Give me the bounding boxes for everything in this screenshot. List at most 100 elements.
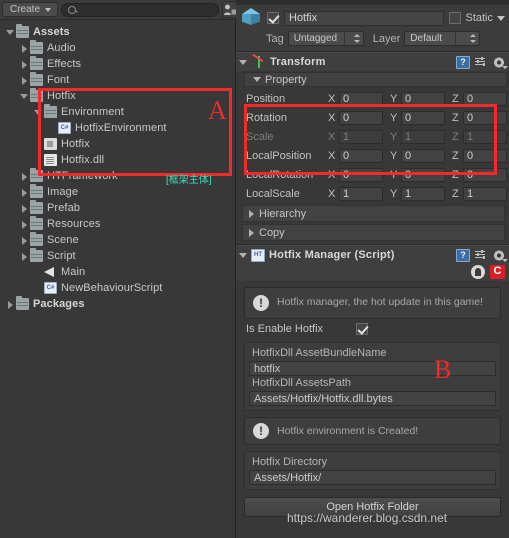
tag-dropdown[interactable]: Untagged: [287, 31, 364, 46]
transform-field-x[interactable]: 0: [339, 91, 383, 106]
annotation-letter-a: A: [208, 96, 227, 125]
preset-sliders-icon[interactable]: [474, 249, 488, 262]
hotfix-directory-input[interactable]: Assets/Hotfix/: [249, 470, 496, 485]
axis-label-x: X: [328, 130, 336, 143]
project-tree-item-label: Resources: [47, 218, 101, 230]
project-tree-item[interactable]: Hotfix.dll: [0, 152, 235, 168]
transform-field-z[interactable]: 0: [463, 91, 507, 106]
hierarchy-foldout-icon[interactable]: [249, 209, 254, 218]
transform-field-x[interactable]: 1: [339, 186, 383, 201]
search-input-wrap[interactable]: [61, 2, 220, 17]
transform-row-label: Position: [246, 92, 286, 105]
hotfix-manager-foldout-icon[interactable]: [239, 252, 247, 258]
is-enable-hotfix-checkbox[interactable]: [356, 323, 368, 335]
project-tree-item[interactable]: Hotfix: [0, 136, 235, 152]
transform-component-header[interactable]: Transform: [236, 52, 509, 71]
chevron-down-icon[interactable]: [6, 28, 15, 37]
transform-field-y[interactable]: 1: [401, 129, 445, 144]
static-toggle-group[interactable]: Static: [449, 12, 505, 24]
csdn-c-icon[interactable]: [490, 265, 505, 279]
project-tree-item[interactable]: Environment: [0, 104, 235, 120]
project-tree-item[interactable]: Assets: [0, 24, 235, 40]
chevron-right-icon[interactable]: [20, 44, 29, 53]
preset-sliders-icon[interactable]: [474, 56, 488, 69]
github-icon[interactable]: [471, 265, 485, 279]
gear-icon[interactable]: [492, 55, 508, 69]
static-checkbox[interactable]: [449, 12, 462, 24]
chevron-right-icon[interactable]: [20, 60, 29, 69]
assets-path-input[interactable]: Assets/Hotfix/Hotfix.dll.bytes: [249, 391, 496, 406]
project-tree-item[interactable]: NewBehaviourScript: [0, 280, 235, 296]
object-filter-glyph: [224, 4, 237, 15]
folder-icon: [30, 184, 43, 198]
project-tree-item[interactable]: Main: [0, 264, 235, 280]
chevron-right-icon[interactable]: [20, 188, 29, 197]
copy-foldout-icon[interactable]: [249, 228, 254, 237]
transform-field-y[interactable]: 0: [401, 167, 445, 182]
gameobject-name-field[interactable]: Hotfix: [284, 10, 445, 26]
project-tree-item[interactable]: Resources: [0, 216, 235, 232]
project-tree-item[interactable]: Font: [0, 72, 235, 88]
project-tree-item[interactable]: Prefab: [0, 200, 235, 216]
chevron-down-icon[interactable]: [20, 92, 29, 101]
chevron-right-icon[interactable]: [6, 300, 15, 309]
transform-value-row: Rotation X 0 Y 0 Z 0: [236, 108, 509, 127]
chevron-right-icon[interactable]: [20, 220, 29, 229]
static-label: Static: [465, 12, 493, 24]
transform-field-x[interactable]: 0: [339, 110, 383, 125]
chevron-right-icon[interactable]: [20, 236, 29, 245]
layer-dropdown[interactable]: Default: [404, 31, 481, 46]
transform-field-z[interactable]: 1: [463, 129, 507, 144]
gameobject-active-checkbox[interactable]: [267, 12, 279, 24]
gameobject-name-row: Hotfix Static: [240, 8, 505, 27]
property-foldout-icon[interactable]: [253, 77, 261, 82]
chevron-down-icon[interactable]: [34, 108, 43, 117]
static-dropdown-icon[interactable]: [497, 15, 505, 21]
transform-field-z[interactable]: 0: [463, 110, 507, 125]
project-tree-item[interactable]: Script: [0, 248, 235, 264]
transform-property-foldout[interactable]: Property: [244, 72, 507, 87]
transform-field-x[interactable]: 1: [339, 129, 383, 144]
assets-path-label: HotfixDll AssetsPath: [252, 377, 352, 389]
transform-axis-group-z: Z1: [452, 129, 507, 144]
transform-field-z[interactable]: 1: [463, 186, 507, 201]
project-tree-item[interactable]: HotfixEnvironment: [0, 120, 235, 136]
help-book-icon[interactable]: [456, 55, 470, 69]
assetbundle-name-input[interactable]: hotfix: [249, 361, 496, 376]
transform-foldout-icon[interactable]: [239, 59, 247, 65]
project-tree-item[interactable]: Effects: [0, 56, 235, 72]
chevron-right-icon[interactable]: [20, 76, 29, 85]
chevron-right-icon[interactable]: [20, 172, 29, 181]
transform-field-z[interactable]: 0: [463, 167, 507, 182]
hotfix-directory-group: Hotfix Directory Assets/Hotfix/: [244, 451, 501, 490]
transform-field-x[interactable]: 0: [339, 167, 383, 182]
axis-label-z: Z: [452, 92, 459, 105]
transform-field-y[interactable]: 1: [401, 186, 445, 201]
chevron-right-icon[interactable]: [20, 252, 29, 261]
transform-axis-group-y: Y0: [390, 167, 445, 182]
transform-field-y[interactable]: 0: [401, 148, 445, 163]
project-tree-item[interactable]: Scene: [0, 232, 235, 248]
hotfix-manager-header[interactable]: Hotfix Manager (Script): [236, 245, 509, 264]
project-tree-item-label: Main: [61, 266, 86, 278]
chevron-right-icon[interactable]: [20, 204, 29, 213]
gear-icon[interactable]: [492, 248, 508, 262]
create-button[interactable]: Create: [2, 2, 59, 17]
transform-value-row: LocalScale X 1 Y 1 Z 1: [236, 184, 509, 203]
transform-field-y[interactable]: 0: [401, 91, 445, 106]
transform-field-y[interactable]: 0: [401, 110, 445, 125]
copy-foldout[interactable]: Copy: [242, 224, 505, 241]
hierarchy-foldout[interactable]: Hierarchy: [242, 205, 505, 222]
transform-field-z[interactable]: 0: [463, 148, 507, 163]
search-input[interactable]: [76, 4, 213, 15]
transform-row-label: LocalScale: [246, 187, 300, 200]
help-book-icon[interactable]: [456, 248, 470, 262]
project-tree-item[interactable]: Image: [0, 184, 235, 200]
transform-field-x[interactable]: 0: [339, 148, 383, 163]
project-tree-item[interactable]: Hotfix: [0, 88, 235, 104]
project-tree-item[interactable]: Packages: [0, 296, 235, 312]
hotfix-created-text: Hotfix environment is Created!: [277, 425, 419, 437]
project-tree-item[interactable]: Audio: [0, 40, 235, 56]
